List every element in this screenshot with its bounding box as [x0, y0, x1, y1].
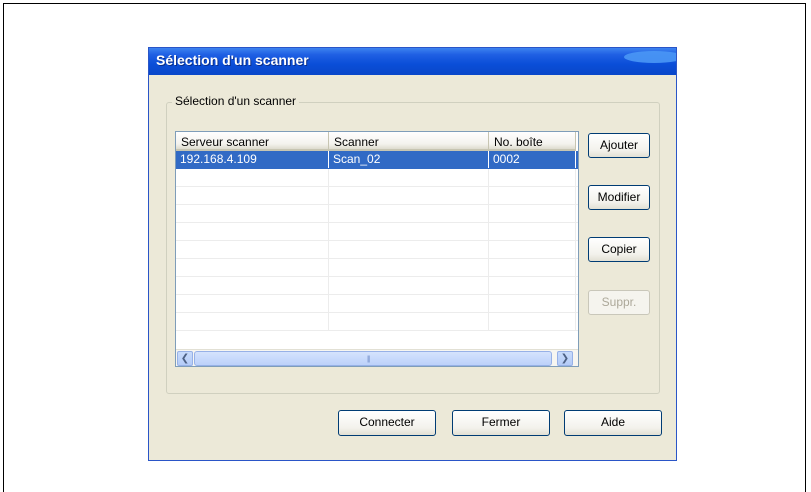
close-button[interactable]: Fermer [452, 410, 550, 436]
column-header-scanner[interactable]: Scanner [329, 132, 489, 151]
empty-row[interactable] [176, 295, 578, 313]
table-cell [176, 259, 329, 276]
empty-row[interactable] [176, 169, 578, 187]
empty-row[interactable] [176, 259, 578, 277]
chevron-left-icon[interactable]: ❮ [177, 351, 193, 366]
group-box-label: Sélection d'un scanner [172, 94, 300, 108]
table-cell: 192.168.4.109 [176, 151, 329, 168]
horizontal-scrollbar[interactable]: ❮ ||| ❯ [176, 349, 578, 366]
table-cell [329, 169, 489, 186]
table-cell [329, 241, 489, 258]
column-header-server[interactable]: Serveur scanner [176, 132, 329, 151]
empty-row[interactable] [176, 205, 578, 223]
table-cell [176, 169, 329, 186]
edit-button[interactable]: Modifier [588, 185, 650, 210]
table-cell [329, 187, 489, 204]
copy-button[interactable]: Copier [588, 237, 650, 262]
grip-icon: ||| [367, 356, 371, 363]
scrollbar-thumb[interactable]: ||| [194, 351, 552, 366]
help-button[interactable]: Aide [564, 410, 662, 436]
table-cell [176, 277, 329, 294]
table-cell [489, 169, 576, 186]
table-cell [176, 187, 329, 204]
table-cell [489, 295, 576, 312]
table-cell: Scan_02 [329, 151, 489, 168]
chevron-right-icon[interactable]: ❯ [557, 351, 573, 366]
table-cell [329, 223, 489, 240]
empty-row[interactable] [176, 223, 578, 241]
empty-row[interactable] [176, 187, 578, 205]
table-cell [329, 205, 489, 222]
empty-row[interactable] [176, 313, 578, 331]
table-cell [176, 241, 329, 258]
connect-button[interactable]: Connecter [338, 410, 436, 436]
table-cell [489, 259, 576, 276]
title-bar[interactable]: Sélection d'un scanner [149, 48, 676, 75]
table-cell [176, 205, 329, 222]
table-cell [489, 223, 576, 240]
list-header: Serveur scanner Scanner No. boîte [176, 132, 578, 151]
table-cell [489, 313, 576, 330]
scanner-selection-dialog: Sélection d'un scanner Sélection d'un sc… [148, 47, 677, 461]
table-cell [489, 205, 576, 222]
scanner-list[interactable]: Serveur scanner Scanner No. boîte 192.16… [175, 131, 579, 367]
table-cell [176, 223, 329, 240]
column-header-box-number[interactable]: No. boîte [489, 132, 576, 151]
title-bar-decoration [624, 51, 676, 63]
add-button[interactable]: Ajouter [588, 133, 650, 158]
table-cell [329, 295, 489, 312]
table-cell [489, 277, 576, 294]
table-cell [329, 313, 489, 330]
delete-button[interactable]: Suppr. [588, 290, 650, 315]
table-cell [489, 241, 576, 258]
table-cell [489, 187, 576, 204]
empty-row[interactable] [176, 277, 578, 295]
table-cell [176, 313, 329, 330]
dialog-title: Sélection d'un scanner [156, 52, 309, 68]
table-row[interactable]: 192.168.4.109 Scan_02 0002 [176, 151, 578, 169]
list-rows: 192.168.4.109 Scan_02 0002 [176, 151, 578, 331]
empty-row[interactable] [176, 241, 578, 259]
table-cell [176, 295, 329, 312]
table-cell [329, 259, 489, 276]
table-cell: 0002 [489, 151, 576, 168]
table-cell [329, 277, 489, 294]
